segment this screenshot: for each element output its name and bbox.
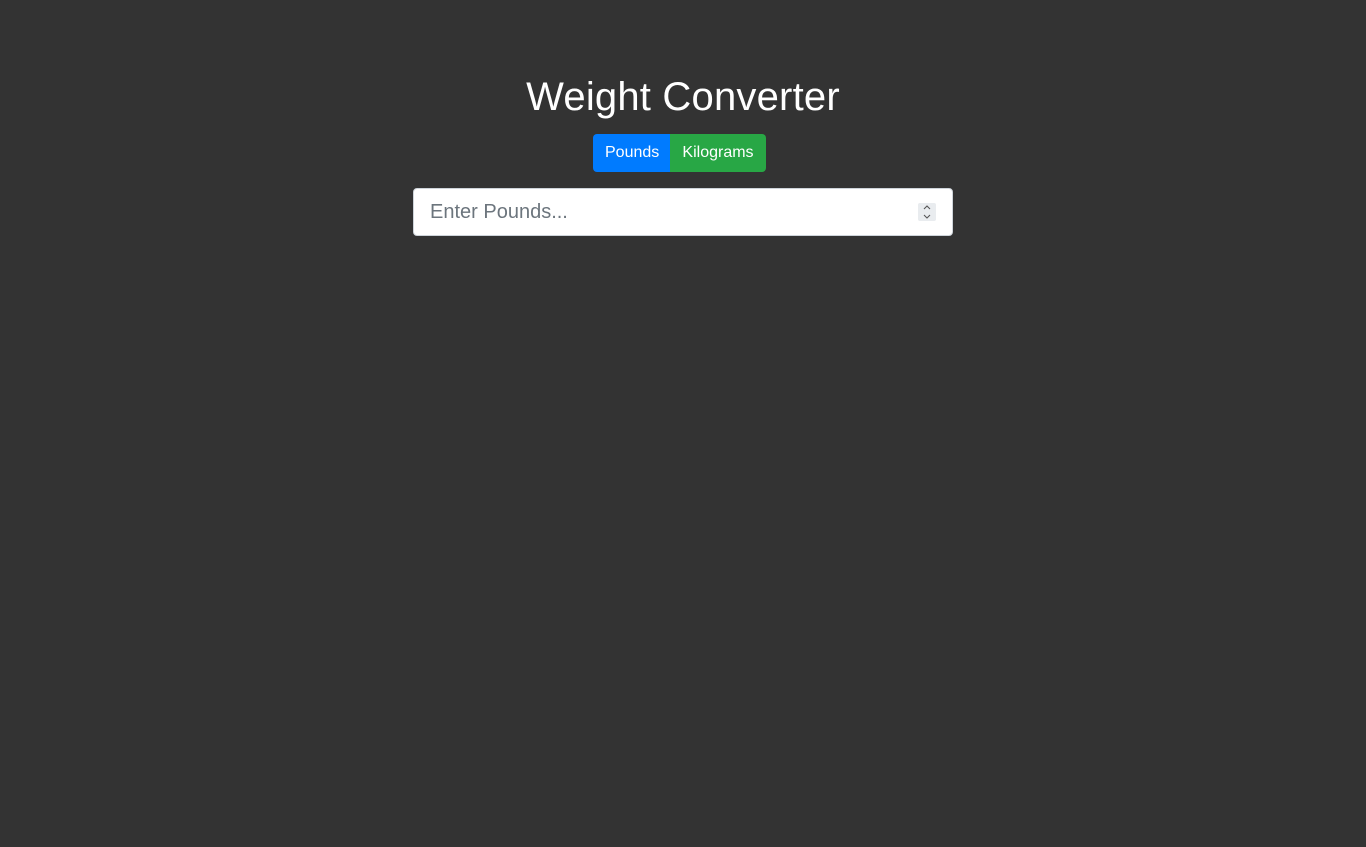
weight-converter-page: Weight Converter Pounds Kilograms (0, 0, 1366, 847)
page-title: Weight Converter (526, 75, 840, 119)
weight-input-container (413, 188, 953, 236)
chevron-down-icon[interactable] (918, 212, 936, 221)
pounds-button[interactable]: Pounds (593, 134, 670, 172)
chevron-up-icon[interactable] (918, 203, 936, 212)
number-spinner[interactable] (918, 203, 936, 221)
unit-toggle-group: Pounds Kilograms (593, 134, 766, 172)
kilograms-button[interactable]: Kilograms (670, 134, 766, 172)
pounds-input[interactable] (414, 189, 904, 235)
